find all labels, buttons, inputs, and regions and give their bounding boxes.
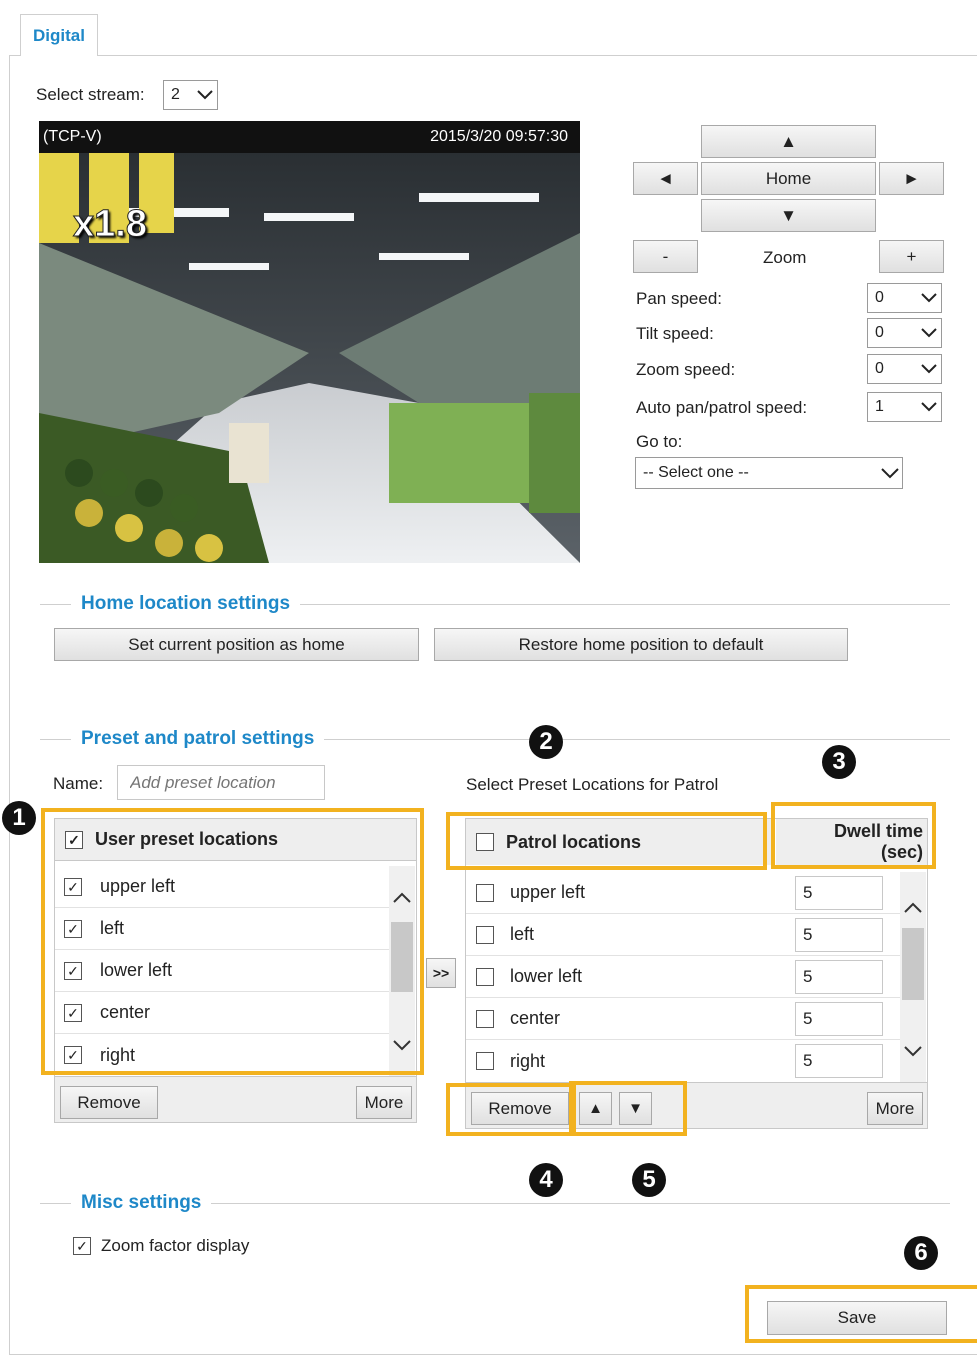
goto-preset-value: -- Select one -- xyxy=(643,464,749,481)
arrow-left-icon: ◄ xyxy=(657,168,674,188)
scroll-up-icon[interactable] xyxy=(904,900,922,918)
add-to-patrol-button[interactable]: >> xyxy=(426,958,456,988)
patrol-name: left xyxy=(510,924,535,944)
tab-digital[interactable]: Digital xyxy=(20,14,98,56)
arrow-up-icon: ▲ xyxy=(780,131,797,151)
patrol-name: upper left xyxy=(510,882,586,902)
patrol-caption: Select Preset Locations for Patrol xyxy=(466,775,719,794)
dwell-time-input[interactable]: 5 xyxy=(795,1044,883,1078)
preset-name-label: Name: xyxy=(53,774,104,793)
zoom-speed-select[interactable]: 0 xyxy=(867,354,942,384)
zoom-in-button[interactable]: + xyxy=(879,240,944,273)
set-home-button[interactable]: Set current position as home xyxy=(54,628,419,661)
zoom-factor-display-option[interactable]: ✓ Zoom factor display xyxy=(73,1236,249,1256)
dwell-time-input[interactable]: 5 xyxy=(795,1001,883,1036)
pan-speed-select[interactable]: 0 xyxy=(867,283,942,313)
patrol-row[interactable]: left 5 xyxy=(466,914,900,956)
auto-patrol-speed-value: 1 xyxy=(875,398,884,415)
preset-name-input[interactable] xyxy=(117,765,325,800)
preset-patrol-settings-title: Preset and patrol settings xyxy=(71,728,325,750)
home-button[interactable]: Home xyxy=(701,162,876,195)
pan-speed-value: 0 xyxy=(875,289,884,306)
scroll-down-icon[interactable] xyxy=(904,1044,922,1062)
zoom-factor-overlay: x1.8 xyxy=(73,203,148,246)
callout-highlight-remove xyxy=(446,1083,576,1136)
patrol-row[interactable]: lower left 5 xyxy=(466,956,900,998)
tilt-up-button[interactable]: ▲ xyxy=(701,125,876,158)
auto-patrol-speed-label: Auto pan/patrol speed: xyxy=(636,398,808,417)
more-user-presets-button[interactable]: More xyxy=(356,1086,412,1119)
callout-highlight-move xyxy=(569,1081,687,1136)
pan-left-button[interactable]: ◄ xyxy=(633,162,698,195)
auto-patrol-speed-select[interactable]: 1 xyxy=(867,392,942,422)
chevron-down-icon xyxy=(878,467,902,479)
goto-label: Go to: xyxy=(636,432,683,451)
more-patrol-button[interactable]: More xyxy=(867,1092,923,1125)
callout-highlight-save xyxy=(745,1285,977,1343)
dwell-time-input[interactable]: 5 xyxy=(795,917,883,952)
zoom-factor-display-label: Zoom factor display xyxy=(101,1236,250,1255)
chevron-down-icon xyxy=(917,293,941,303)
zoom-speed-value: 0 xyxy=(875,360,884,377)
pan-right-button[interactable]: ► xyxy=(879,162,944,195)
select-stream-label: Select stream: xyxy=(36,85,145,104)
callout-5: 5 xyxy=(632,1163,666,1197)
live-video-view: (TCP-V) 2015/3/20 09:57:30 x1.8 xyxy=(39,121,580,563)
callout-4: 4 xyxy=(529,1163,563,1197)
patrol-checkbox[interactable] xyxy=(476,925,494,944)
callout-highlight-dwell-time xyxy=(771,802,936,869)
arrow-right-icon: ► xyxy=(903,168,920,188)
patrol-checkbox[interactable] xyxy=(476,967,494,986)
patrol-checkbox[interactable] xyxy=(476,883,494,902)
stream-select[interactable]: 2 xyxy=(163,80,218,110)
patrol-name: center xyxy=(510,1008,561,1028)
home-location-settings-title: Home location settings xyxy=(71,593,301,615)
goto-preset-select[interactable]: -- Select one -- xyxy=(635,457,903,489)
video-info-bar: (TCP-V) 2015/3/20 09:57:30 xyxy=(39,121,580,153)
restore-home-button[interactable]: Restore home position to default xyxy=(434,628,848,661)
callout-2: 2 xyxy=(529,725,563,759)
tilt-speed-label: Tilt speed: xyxy=(636,324,714,343)
tilt-speed-select[interactable]: 0 xyxy=(867,318,942,348)
patrol-scrollbar[interactable] xyxy=(900,872,926,1082)
patrol-checkbox[interactable] xyxy=(476,1052,494,1070)
chevron-down-icon xyxy=(917,328,941,338)
callout-highlight-patrol-header xyxy=(446,812,767,870)
tilt-down-button[interactable]: ▼ xyxy=(701,199,876,232)
zoom-label: Zoom xyxy=(763,248,807,267)
dwell-time-input[interactable]: 5 xyxy=(795,875,883,910)
arrow-down-icon: ▼ xyxy=(780,205,797,225)
patrol-list: upper left 5 left 5 lower left 5 center … xyxy=(466,872,900,1082)
patrol-name: lower left xyxy=(510,966,583,986)
video-protocol-label: (TCP-V) xyxy=(43,128,102,145)
zoom-factor-display-checkbox[interactable]: ✓ xyxy=(73,1237,91,1255)
chevron-down-icon xyxy=(917,402,941,412)
scroll-thumb[interactable] xyxy=(902,928,924,1000)
remove-user-preset-button[interactable]: Remove xyxy=(60,1086,158,1119)
video-timestamp: 2015/3/20 09:57:30 xyxy=(430,128,568,145)
patrol-checkbox[interactable] xyxy=(476,1009,494,1028)
tilt-speed-value: 0 xyxy=(875,324,884,341)
patrol-row[interactable]: upper left 5 xyxy=(466,872,900,914)
chevron-down-icon xyxy=(193,90,217,100)
dwell-time-input[interactable]: 5 xyxy=(795,959,883,994)
zoom-out-button[interactable]: - xyxy=(633,240,698,273)
patrol-row[interactable]: right 5 xyxy=(466,1040,900,1082)
chevron-down-icon xyxy=(917,364,941,374)
stream-select-value: 2 xyxy=(171,86,180,103)
callout-6: 6 xyxy=(904,1236,938,1270)
patrol-name: right xyxy=(510,1050,546,1071)
misc-settings-title: Misc settings xyxy=(71,1192,212,1214)
callout-1: 1 xyxy=(2,801,36,835)
callout-highlight-user-presets xyxy=(41,808,424,1075)
pan-speed-label: Pan speed: xyxy=(636,289,723,308)
patrol-row[interactable]: center 5 xyxy=(466,998,900,1040)
zoom-speed-label: Zoom speed: xyxy=(636,360,736,379)
callout-3: 3 xyxy=(822,745,856,779)
